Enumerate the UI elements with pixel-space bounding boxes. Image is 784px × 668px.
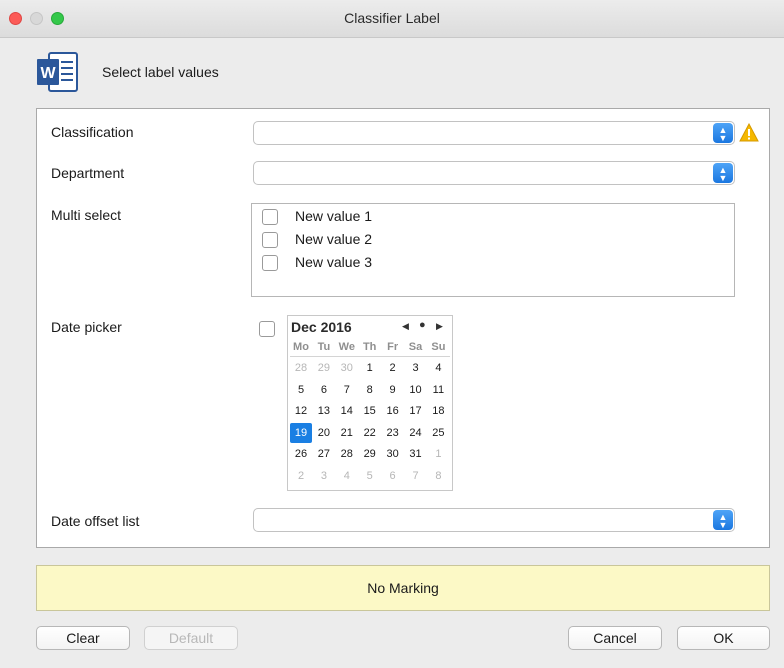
calendar-day[interactable]: 31 [405, 444, 427, 464]
window-title: Classifier Label [344, 10, 440, 26]
chevron-updown-icon: ▲ ▼ [713, 510, 733, 530]
classification-select[interactable]: ▲ ▼ [253, 121, 735, 145]
calendar-day[interactable]: 29 [359, 444, 381, 464]
word-icon-letter: W [40, 65, 56, 82]
calendar-day[interactable]: 28 [336, 444, 358, 464]
calendar-day[interactable]: 6 [382, 466, 404, 486]
calendar-day[interactable]: 20 [313, 423, 335, 443]
calendar-weekday-header: Mo Tu We Th Fr Sa Su [290, 340, 450, 357]
list-item-label: New value 1 [295, 208, 373, 224]
calendar-day[interactable]: 4 [336, 466, 358, 486]
weekday-label: Fr [387, 341, 399, 353]
calendar-day[interactable]: 15 [359, 401, 381, 421]
title-bar: Classifier Label [0, 0, 784, 38]
calendar-day[interactable]: 11 [427, 380, 449, 400]
list-item[interactable]: New value 2 [262, 230, 562, 250]
date-picker-label: Date picker [51, 319, 122, 335]
calendar-day[interactable]: 23 [382, 423, 404, 443]
next-month-icon[interactable]: ▶ [436, 321, 443, 332]
classification-label: Classification [51, 124, 134, 140]
calendar-day[interactable]: 13 [313, 401, 335, 421]
calendar-day[interactable]: 25 [427, 423, 449, 443]
multi-select-label: Multi select [51, 207, 122, 223]
chevron-updown-icon: ▲ ▼ [713, 123, 733, 143]
calendar-day[interactable]: 8 [359, 380, 381, 400]
calendar-day[interactable]: 30 [382, 444, 404, 464]
calendar-day[interactable]: 2 [382, 358, 404, 378]
calendar-day[interactable]: 4 [427, 358, 449, 378]
dialog-heading: Select label values [102, 64, 219, 80]
calendar-day[interactable]: 8 [427, 466, 449, 486]
calendar-day[interactable]: 10 [405, 380, 427, 400]
date-picker-enable-checkbox[interactable] [259, 321, 275, 337]
calendar-day[interactable]: 30 [336, 358, 358, 378]
calendar[interactable]: Dec 2016 ◀ ● ▶ Mo Tu We Th Fr Sa Su 28 29 30 1 2 3 4… [287, 315, 453, 491]
prev-month-icon[interactable]: ◀ [402, 321, 409, 332]
calendar-day[interactable]: 2 [290, 466, 312, 486]
label-form: Classification ▲ ▼ Department ▲ ▼ Multi se… [36, 108, 770, 548]
chevron-updown-icon: ▲ ▼ [713, 163, 733, 183]
department-label: Department [51, 165, 125, 181]
calendar-day[interactable]: 5 [359, 466, 381, 486]
weekday-label: Sa [408, 341, 423, 353]
weekday-label: We [338, 341, 355, 353]
calendar-day[interactable]: 17 [405, 401, 427, 421]
calendar-day[interactable]: 24 [405, 423, 427, 443]
calendar-day[interactable]: 7 [405, 466, 427, 486]
calendar-day[interactable]: 3 [405, 358, 427, 378]
calendar-day[interactable]: 19 [290, 422, 312, 443]
word-icon: W [37, 52, 78, 92]
calendar-day[interactable]: 21 [336, 423, 358, 443]
calendar-day[interactable]: 18 [427, 401, 449, 421]
calendar-day[interactable]: 22 [359, 423, 381, 443]
calendar-day[interactable]: 3 [313, 466, 335, 486]
weekday-label: Su [431, 341, 446, 353]
calendar-day[interactable]: 5 [290, 380, 312, 400]
weekday-label: Tu [317, 341, 331, 353]
calendar-day[interactable]: 1 [427, 444, 449, 464]
checkbox[interactable] [262, 255, 278, 271]
default-button[interactable]: Default [144, 626, 238, 650]
clear-button[interactable]: Clear [36, 626, 130, 650]
calendar-day[interactable]: 1 [359, 358, 381, 378]
cancel-button[interactable]: Cancel [568, 626, 662, 650]
calendar-day[interactable]: 14 [336, 401, 358, 421]
calendar-day[interactable]: 27 [313, 444, 335, 464]
today-dot-icon[interactable]: ● [419, 319, 426, 331]
ok-button[interactable]: OK [677, 626, 770, 650]
date-offset-select[interactable]: ▲ ▼ [253, 508, 735, 532]
checkbox[interactable] [262, 209, 278, 225]
weekday-label: Mo [293, 341, 309, 353]
calendar-day[interactable]: 7 [336, 380, 358, 400]
calendar-day[interactable]: 28 [290, 358, 312, 378]
multi-select-list[interactable]: New value 1 New value 2 New value 3 [251, 203, 735, 297]
calendar-day[interactable]: 12 [290, 401, 312, 421]
list-item[interactable]: New value 3 [262, 253, 562, 273]
list-item-label: New value 3 [295, 254, 373, 270]
checkbox[interactable] [262, 232, 278, 248]
calendar-day[interactable]: 9 [382, 380, 404, 400]
calendar-day[interactable]: 6 [313, 380, 335, 400]
warning-icon [739, 123, 759, 142]
calendar-day[interactable]: 29 [313, 358, 335, 378]
calendar-day[interactable]: 16 [382, 401, 404, 421]
calendar-day[interactable]: 26 [290, 444, 312, 464]
weekday-label: Th [362, 341, 377, 353]
list-item[interactable]: New value 1 [262, 207, 562, 227]
marking-banner: No Marking [36, 565, 770, 611]
calendar-month: Dec 2016 [291, 319, 352, 335]
list-item-label: New value 2 [295, 231, 373, 247]
date-offset-list-label: Date offset list [51, 513, 140, 529]
department-select[interactable]: ▲ ▼ [253, 161, 735, 185]
